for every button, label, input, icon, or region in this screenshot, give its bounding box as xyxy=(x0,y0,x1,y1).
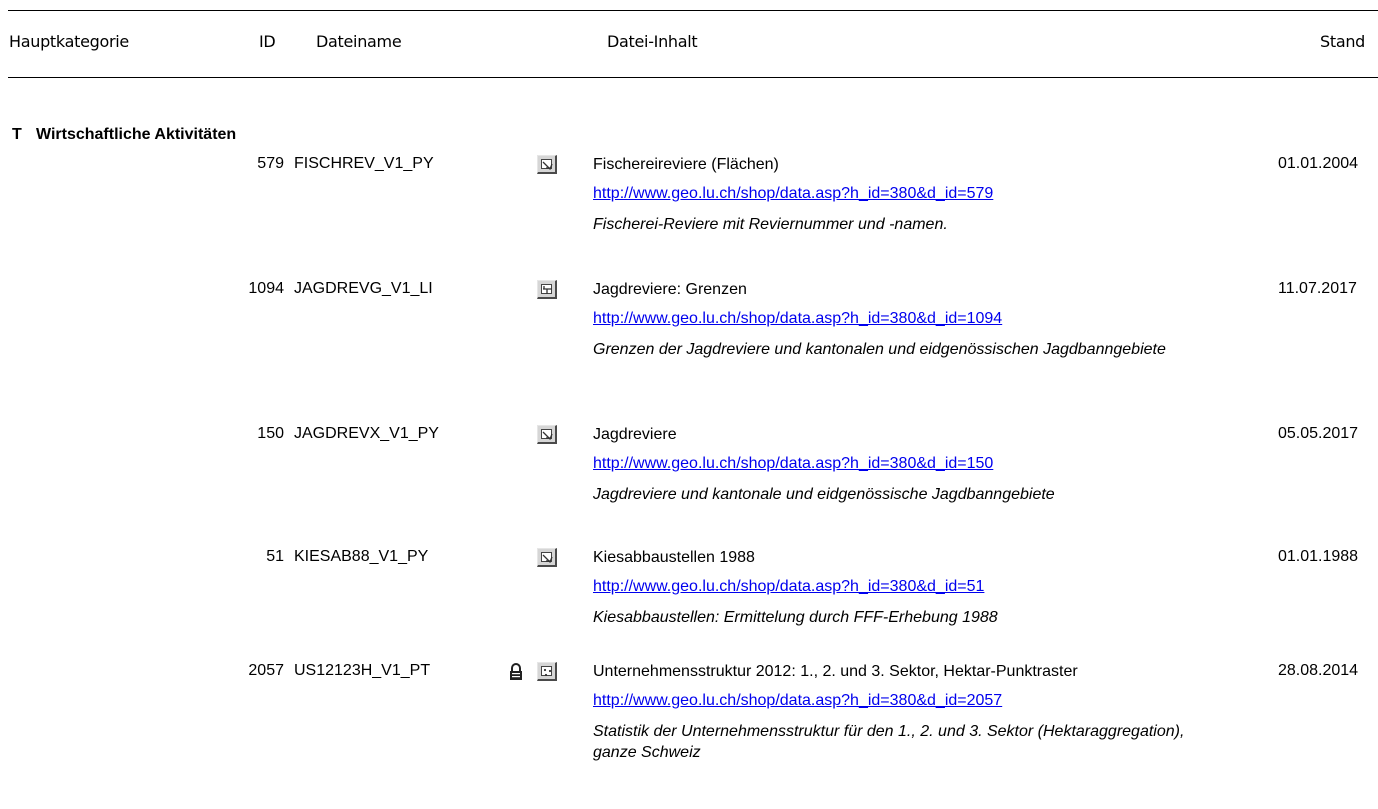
point-icon[interactable] xyxy=(537,662,557,681)
category-name: Wirtschaftliche Aktivitäten xyxy=(36,126,237,143)
header-stand: Stand xyxy=(1320,32,1366,51)
file-icons xyxy=(504,548,580,570)
file-link[interactable]: http://www.geo.lu.ch/shop/data.asp?h_id=… xyxy=(593,309,1213,328)
file-title: Jagdreviere xyxy=(593,426,677,443)
file-icons xyxy=(504,425,580,447)
file-stand-date: 05.05.2017 xyxy=(1278,425,1359,442)
file-name: US12123H_V1_PT xyxy=(294,662,431,679)
file-title: Fischereireviere (Flächen) xyxy=(593,156,779,173)
polygon-icon[interactable] xyxy=(537,155,557,174)
file-description: Grenzen der Jagdreviere und kantonalen u… xyxy=(593,341,1166,358)
file-link[interactable]: http://www.geo.lu.ch/shop/data.asp?h_id=… xyxy=(593,691,1213,710)
file-content: Jagdreviere: Grenzen http://www.geo.lu.ch… xyxy=(593,280,1213,360)
file-name: JAGDREVX_V1_PY xyxy=(294,425,439,442)
file-link[interactable]: http://www.geo.lu.ch/shop/data.asp?h_id=… xyxy=(593,577,1213,596)
header-hauptkategorie: Hauptkategorie xyxy=(9,32,129,51)
file-stand-date: 01.01.2004 xyxy=(1278,155,1359,172)
file-stand-date: 11.07.2017 xyxy=(1278,280,1357,297)
file-id: 51 xyxy=(266,548,284,565)
file-link[interactable]: http://www.geo.lu.ch/shop/data.asp?h_id=… xyxy=(593,184,1213,203)
file-icons xyxy=(504,155,580,177)
line-icon[interactable] xyxy=(537,280,557,299)
polygon-icon[interactable] xyxy=(537,425,557,444)
file-id: 150 xyxy=(257,425,284,442)
file-description: Fischerei-Reviere mit Reviernummer und -… xyxy=(593,216,948,233)
polygon-icon[interactable] xyxy=(537,548,557,567)
file-icons xyxy=(504,662,580,684)
file-content: Fischereireviere (Flächen) http://www.geo… xyxy=(593,155,1213,235)
file-content: Unternehmensstruktur 2012: 1., 2. und 3.… xyxy=(593,662,1213,763)
category-heading: T Wirtschaftliche Aktivitäten xyxy=(12,126,236,144)
file-icons xyxy=(504,280,580,302)
header-id: ID xyxy=(259,32,276,51)
file-description: Jagdreviere und kantonale und eidgenössi… xyxy=(593,486,1055,503)
file-description: Kiesabbaustellen: Ermittelung durch FFF-… xyxy=(593,609,998,626)
file-id: 1094 xyxy=(248,280,284,297)
file-title: Jagdreviere: Grenzen xyxy=(593,281,747,298)
file-title: Kiesabbaustellen 1988 xyxy=(593,549,755,566)
file-name: FISCHREV_V1_PY xyxy=(294,155,434,172)
header-bottom-rule xyxy=(8,77,1378,78)
file-link[interactable]: http://www.geo.lu.ch/shop/data.asp?h_id=… xyxy=(593,454,1213,473)
file-content: Kiesabbaustellen 1988 http://www.geo.lu.c… xyxy=(593,548,1213,628)
file-content: Jagdreviere http://www.geo.lu.ch/shop/dat… xyxy=(593,425,1213,505)
category-letter: T xyxy=(12,126,22,143)
header-datei-inhalt: Datei-Inhalt xyxy=(607,32,698,51)
file-stand-date: 28.08.2014 xyxy=(1278,662,1359,679)
file-stand-date: 01.01.1988 xyxy=(1278,548,1359,565)
header-dateiname: Dateiname xyxy=(316,32,402,51)
lock-icon xyxy=(508,663,524,681)
file-id: 579 xyxy=(257,155,284,172)
header-top-rule xyxy=(8,10,1378,11)
file-name: KIESAB88_V1_PY xyxy=(294,548,429,565)
file-id: 2057 xyxy=(248,662,284,679)
file-title: Unternehmensstruktur 2012: 1., 2. und 3.… xyxy=(593,663,1078,680)
file-name: JAGDREVG_V1_LI xyxy=(294,280,433,297)
file-description: Statistik der Unternehmensstruktur für d… xyxy=(593,723,1185,761)
